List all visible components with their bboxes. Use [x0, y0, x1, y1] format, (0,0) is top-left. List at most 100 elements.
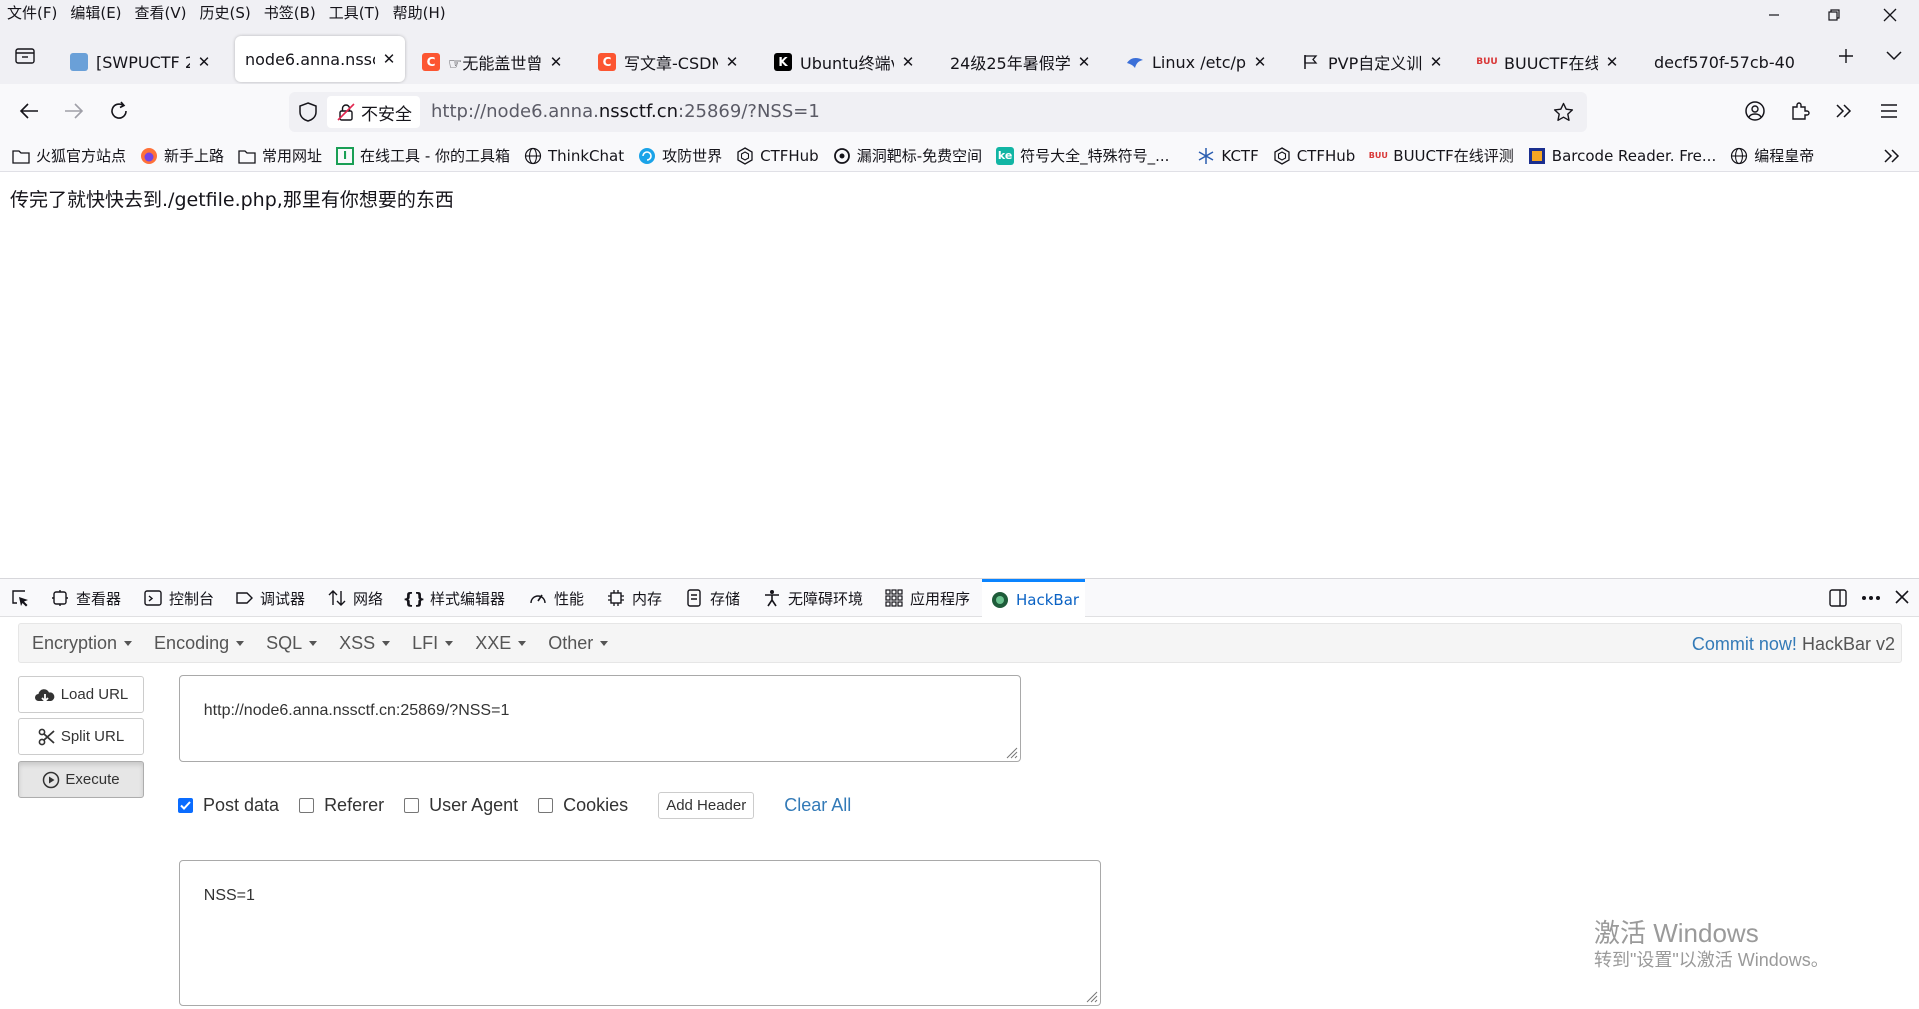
- url-bar[interactable]: 不安全 http://node6.anna.nssctf.cn:25869/?N…: [289, 92, 1587, 132]
- tracking-protection-button[interactable]: [299, 102, 317, 122]
- hackbar-menu-encoding[interactable]: Encoding: [147, 633, 251, 654]
- devtools-options-button[interactable]: [1860, 588, 1882, 608]
- resize-grip-icon[interactable]: [1004, 745, 1018, 759]
- menu-history[interactable]: 历史(S): [193, 0, 257, 26]
- post-data-textarea[interactable]: NSS=1: [179, 860, 1101, 1006]
- hackbar-menu-lfi[interactable]: LFI: [405, 633, 460, 654]
- reload-button[interactable]: [108, 100, 130, 122]
- tab-pvp[interactable]: PVP自定义训练 ✕: [1292, 42, 1452, 82]
- load-url-button[interactable]: Load URL: [18, 676, 144, 713]
- add-header-button[interactable]: Add Header: [658, 791, 755, 819]
- devtools-tab-performance[interactable]: 性能: [528, 579, 584, 617]
- devtools-tab-inspector[interactable]: 查看器: [50, 579, 121, 617]
- dock-side-button[interactable]: [1828, 588, 1848, 608]
- bookmark-adworld[interactable]: 攻防世界: [638, 145, 722, 166]
- close-tab-icon[interactable]: ✕: [900, 53, 916, 71]
- bookmarks-overflow-button[interactable]: [1882, 146, 1902, 166]
- devtools-tab-style-editor[interactable]: {} 样式编辑器: [403, 579, 505, 617]
- devtools-tab-storage[interactable]: 存储: [684, 579, 740, 617]
- devtools-tab-accessibility[interactable]: 无障碍环境: [762, 579, 863, 617]
- close-devtools-button[interactable]: [1894, 589, 1910, 605]
- caret-down-icon: [382, 641, 391, 647]
- menu-edit[interactable]: 编辑(E): [63, 0, 127, 26]
- referer-checkbox[interactable]: Referer: [299, 795, 384, 816]
- app-menu-button[interactable]: [1878, 100, 1900, 122]
- tab-buuctf[interactable]: BUU BUUCTF在线评 ✕: [1468, 42, 1628, 82]
- devtools-tab-memory[interactable]: 内存: [606, 579, 662, 617]
- url-prefix: http://node6.anna.: [431, 101, 599, 122]
- close-tab-icon[interactable]: ✕: [1604, 53, 1620, 71]
- hackbar-menu-encryption[interactable]: Encryption: [25, 633, 139, 654]
- tab-decf570f[interactable]: decf570f-57cb-40: [1644, 42, 1834, 82]
- bookmark-page-button[interactable]: [1553, 102, 1574, 122]
- overflow-toolbar-button[interactable]: [1833, 100, 1855, 122]
- tab-csdn-2[interactable]: C 写文章-CSDN创 ✕: [588, 42, 748, 82]
- resize-grip-icon[interactable]: [1084, 989, 1098, 1003]
- post-data-checkbox[interactable]: Post data: [178, 795, 279, 816]
- bookmark-getting-started[interactable]: 新手上路: [140, 145, 224, 166]
- close-tab-icon[interactable]: ✕: [724, 53, 740, 71]
- menu-view[interactable]: 查看(V): [128, 0, 193, 26]
- bookmark-kctf[interactable]: KCTF: [1197, 147, 1259, 165]
- close-tab-icon[interactable]: ✕: [1252, 53, 1268, 71]
- list-all-tabs-button[interactable]: [1882, 44, 1906, 68]
- close-tab-icon[interactable]: ✕: [1428, 53, 1444, 71]
- url-text[interactable]: http://node6.anna.nssctf.cn:25869/?NSS=1: [431, 92, 820, 132]
- account-button[interactable]: [1744, 100, 1766, 122]
- tab-swpuctf[interactable]: [SWPUCTF 2021 ✕: [60, 42, 220, 82]
- checkbox-checked-icon[interactable]: [178, 797, 193, 813]
- user-agent-checkbox[interactable]: User Agent: [404, 795, 518, 816]
- forward-button[interactable]: [63, 100, 85, 122]
- split-url-button[interactable]: Split URL: [18, 718, 144, 755]
- cookies-checkbox[interactable]: Cookies: [538, 795, 628, 816]
- bookmark-ctfhub-2[interactable]: CTFHub: [1273, 147, 1355, 165]
- bookmark-online-tools[interactable]: I 在线工具 - 你的工具箱: [336, 145, 510, 166]
- execute-button[interactable]: Execute: [18, 761, 144, 798]
- bookmark-firefox-official[interactable]: 火狐官方站点: [12, 145, 126, 166]
- hackbar-menu-xxe[interactable]: XXE: [468, 633, 533, 654]
- site-security-button[interactable]: 不安全: [327, 96, 420, 128]
- menu-help[interactable]: 帮助(H): [386, 0, 452, 26]
- hackbar-menu-other[interactable]: Other: [541, 633, 615, 654]
- hackbar-menu-xss[interactable]: XSS: [332, 633, 397, 654]
- close-tab-icon[interactable]: ✕: [196, 53, 212, 71]
- tab-node6-active[interactable]: node6.anna.nssctf. ✕: [235, 36, 405, 82]
- devtools-tab-application[interactable]: 应用程序: [884, 579, 970, 617]
- tab-overview-button[interactable]: [12, 42, 38, 68]
- bookmark-common-sites[interactable]: 常用网址: [238, 145, 322, 166]
- devtools-tab-debugger[interactable]: 调试器: [234, 579, 305, 617]
- menu-bookmarks[interactable]: 书签(B): [257, 0, 322, 26]
- bookmark-vuln-target[interactable]: 漏洞靶标-免费空间: [833, 145, 982, 166]
- new-tab-button[interactable]: [1834, 44, 1858, 68]
- extensions-button[interactable]: [1789, 100, 1811, 122]
- bookmark-buuctf[interactable]: BUU BUUCTF在线评测: [1369, 145, 1514, 166]
- devtools-tab-hackbar[interactable]: HackBar: [982, 579, 1086, 617]
- tab-ubuntu[interactable]: K Ubuntu终端vim ✕: [764, 42, 924, 82]
- caret-down-icon: [600, 641, 609, 647]
- bookmark-barcode-reader[interactable]: Barcode Reader. Fre...: [1528, 147, 1716, 165]
- checkbox-empty-icon[interactable]: [404, 797, 420, 813]
- hackbar-url-textarea[interactable]: http://node6.anna.nssctf.cn:25869/?NSS=1: [179, 675, 1021, 762]
- devtools-tab-network[interactable]: 网络: [327, 579, 383, 617]
- checkbox-empty-icon[interactable]: [538, 797, 554, 813]
- tab-csdn-1[interactable]: C ☞无能盖世曾遇 ✕: [412, 42, 572, 82]
- bookmark-symbols[interactable]: ke 符号大全_特殊符号_...: [996, 145, 1169, 166]
- clear-all-link[interactable]: Clear All: [784, 795, 851, 816]
- close-tab-icon[interactable]: ✕: [1076, 53, 1092, 71]
- devtools-tab-console[interactable]: 控制台: [143, 579, 214, 617]
- back-button[interactable]: [18, 100, 40, 122]
- hackbar-menu-sql[interactable]: SQL: [259, 633, 324, 654]
- close-tab-icon[interactable]: ✕: [381, 50, 397, 68]
- commit-now-link[interactable]: Commit now!: [1692, 634, 1797, 654]
- bookmark-ctfhub-1[interactable]: CTFHub: [736, 147, 819, 165]
- element-picker-button[interactable]: [10, 588, 30, 608]
- bookmark-thinkchat[interactable]: ThinkChat: [524, 147, 624, 165]
- back-arrow-icon: [19, 103, 38, 119]
- bookmark-coding-emperor[interactable]: 编程皇帝: [1730, 145, 1814, 166]
- tab-linux-passwd[interactable]: Linux /etc/pass ✕: [1116, 42, 1276, 82]
- menu-tools[interactable]: 工具(T): [322, 0, 386, 26]
- close-tab-icon[interactable]: ✕: [548, 53, 564, 71]
- checkbox-empty-icon[interactable]: [299, 797, 315, 813]
- menu-file[interactable]: 文件(F): [0, 0, 63, 26]
- tab-summer-study[interactable]: 24级25年暑假学习 ✕: [940, 42, 1100, 82]
